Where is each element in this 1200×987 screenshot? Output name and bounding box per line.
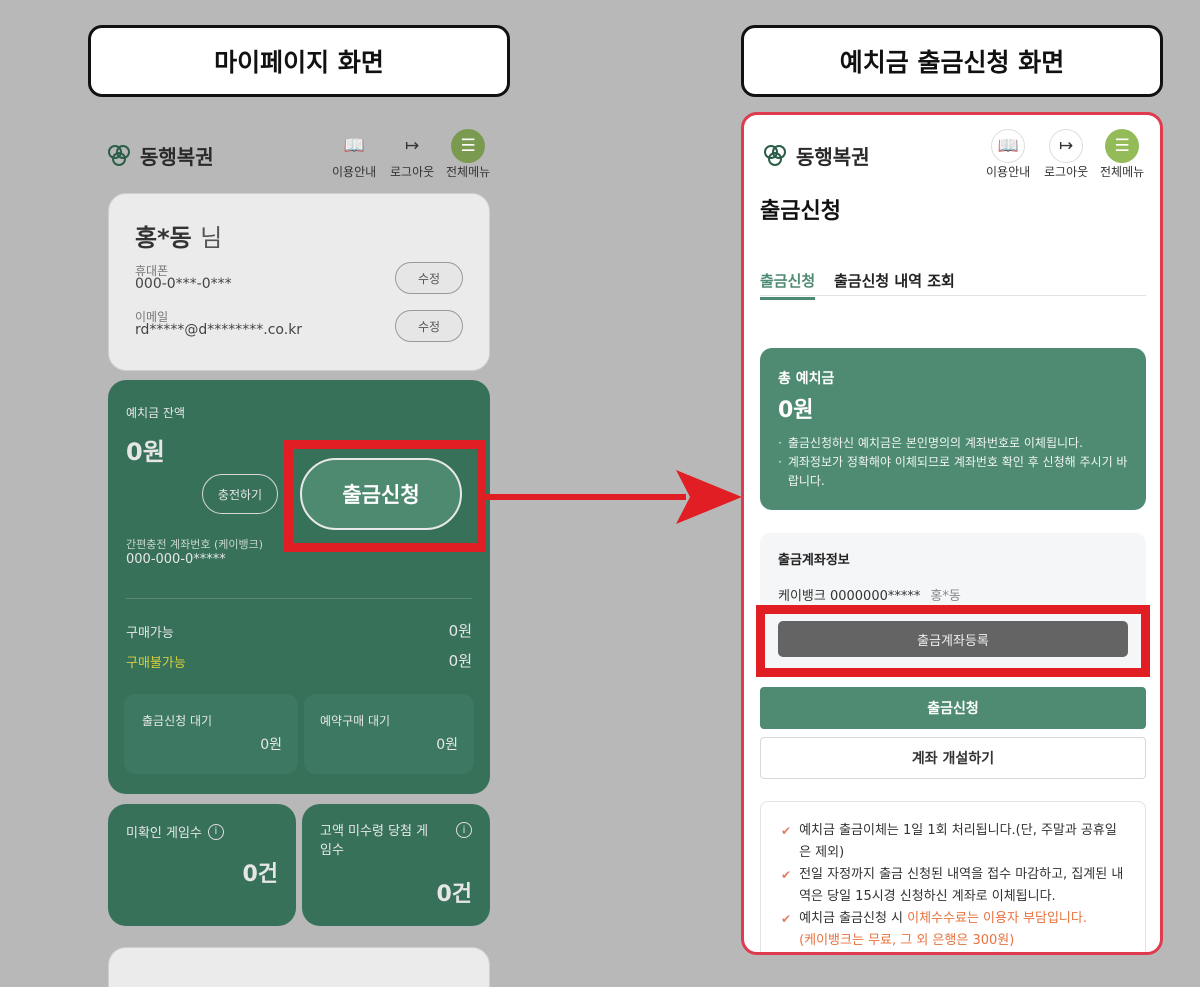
total-deposit-label: 총 예치금 xyxy=(778,371,835,387)
reserve-wait-value: 0원 xyxy=(436,737,458,753)
clover-icon xyxy=(108,144,130,166)
balance-label: 예치금 잔액 xyxy=(126,406,186,420)
phone-value: 000-0***-0*** xyxy=(135,276,232,292)
guide-label: 이용안내 xyxy=(986,165,1031,179)
not-purchasable-label: 구매불가능 xyxy=(126,656,186,671)
menu-icon: ☰ xyxy=(451,129,486,163)
unchecked-games-card[interactable]: 미확인 게임수 i 0건 xyxy=(108,804,296,926)
unclaimed-games-card[interactable]: 고액 미수령 당첨 게임수 i 0건 xyxy=(302,804,490,926)
notice-fee-sub: (케이뱅크는 무료, 그 외 은행은 300원) xyxy=(799,933,1015,948)
caption-withdraw: 예치금 출금신청 화면 xyxy=(741,25,1163,97)
user-name-line: 홍*동 님 xyxy=(135,218,222,253)
unchecked-label: 미확인 게임수 xyxy=(126,826,202,841)
arrow-right-icon xyxy=(676,470,742,524)
guide-button[interactable]: 📖 이용안내 xyxy=(986,129,1030,180)
account-holder: 홍*동 xyxy=(930,589,961,604)
brand-name: 동행복권 xyxy=(796,145,870,169)
book-icon: 📖 xyxy=(343,136,365,156)
divider xyxy=(126,598,472,599)
total-deposit-card: 총 예치금 0원 · 출금신청하신 예치금은 본인명의의 계좌번호로 이체됩니다.… xyxy=(760,348,1146,510)
account-bank-number: 케이뱅크 0000000***** xyxy=(778,589,921,604)
info-icon[interactable]: i xyxy=(456,822,472,838)
deposit-note-text: 계좌정보가 정확해야 이체되므로 계좌번호 확인 후 신청해 주시기 바랍니다. xyxy=(787,455,1128,488)
brand-logo[interactable]: 동행복권 xyxy=(762,141,870,170)
not-purchasable-value: 0원 xyxy=(448,652,472,670)
book-icon: 📖 xyxy=(991,129,1026,163)
notice-fee-prefix: 예치금 출금신청 시 xyxy=(799,911,908,926)
notice-item: ✔ 전일 자정까지 출금 신청된 내역을 접수 마감하고, 집계된 내역은 당일 … xyxy=(781,864,1125,908)
withdraw-submit-button[interactable]: 출금신청 xyxy=(760,687,1146,729)
notice-text: 전일 자정까지 출금 신청된 내역을 접수 마감하고, 집계된 내역은 당일 1… xyxy=(799,867,1124,904)
logout-icon: ↦ xyxy=(1049,129,1084,163)
unclaimed-label: 고액 미수령 당첨 게임수 xyxy=(320,824,429,858)
withdraw-wait-value: 0원 xyxy=(260,737,282,753)
page-title: 출금신청 xyxy=(760,199,841,224)
brand-logo[interactable]: 동행복권 xyxy=(106,141,214,170)
check-icon: ✔ xyxy=(781,912,792,926)
menu-icon: ☰ xyxy=(1105,129,1140,163)
logout-label: 로그아웃 xyxy=(1044,165,1089,179)
honorific: 님 xyxy=(200,224,223,252)
info-icon[interactable]: i xyxy=(207,823,224,840)
edit-phone-button[interactable]: 수정 xyxy=(395,262,463,294)
account-value: 000-000-0***** xyxy=(126,552,226,567)
tab-withdraw-history[interactable]: 출금신청 내역 조회 xyxy=(834,270,955,291)
logout-icon: ↦ xyxy=(404,136,420,156)
logout-label: 로그아웃 xyxy=(390,165,435,179)
unchecked-title: 미확인 게임수 i xyxy=(126,822,224,841)
user-info-card: 홍*동 님 휴대폰 000-0***-0*** 수정 이메일 rd*****@d… xyxy=(108,193,490,371)
withdraw-wait-label: 출금신청 대기 xyxy=(142,714,213,728)
purchasable-value: 0원 xyxy=(448,622,472,640)
caption-withdraw-text: 예치금 출금신청 화면 xyxy=(839,48,1065,77)
total-deposit-value: 0원 xyxy=(778,398,814,423)
notice-text: 예치금 출금신청 시 이체수수료는 이용자 부담입니다. (케이뱅크는 무료, 그… xyxy=(799,908,1087,952)
notice-fee-highlight: 이체수수료는 이용자 부담입니다. xyxy=(907,911,1087,926)
withdraw-screen: 동행복권 📖 이용안내 ↦ 로그아웃 ☰ 전체메뉴 출금신청 출금신청 출금신청… xyxy=(741,112,1163,955)
logout-button[interactable]: ↦ 로그아웃 xyxy=(1044,129,1088,180)
logout-button[interactable]: ↦ 로그아웃 xyxy=(390,129,434,180)
notice-item: ✔ 예치금 출금신청 시 이체수수료는 이용자 부담입니다. (케이뱅크는 무료,… xyxy=(781,908,1125,952)
brand-name: 동행복권 xyxy=(140,145,214,169)
edit-email-button[interactable]: 수정 xyxy=(395,310,463,342)
deposit-note: · 출금신청하신 예치금은 본인명의의 계좌번호로 이체됩니다. xyxy=(778,434,1134,453)
menu-label: 전체메뉴 xyxy=(446,165,491,179)
notice-box: ✔ 예치금 출금이체는 1일 1회 처리됩니다.(단, 주말과 공휴일은 제외) … xyxy=(760,801,1146,952)
purchasable-label: 구매가능 xyxy=(126,626,174,641)
unchecked-value: 0건 xyxy=(242,862,278,887)
account-info-title: 출금계좌정보 xyxy=(778,553,850,568)
deposit-notes: · 출금신청하신 예치금은 본인명의의 계좌번호로 이체됩니다. · 계좌정보가 정… xyxy=(778,434,1134,491)
open-account-button[interactable]: 계좌 개설하기 xyxy=(760,737,1146,779)
caption-mypage-text: 마이페이지 화면 xyxy=(214,48,384,77)
caption-mypage: 마이페이지 화면 xyxy=(88,25,510,97)
balance-value: 0원 xyxy=(126,438,165,466)
user-name: 홍*동 xyxy=(135,224,192,252)
menu-label: 전체메뉴 xyxy=(1100,165,1145,179)
highlight-register-button xyxy=(756,605,1150,677)
unclaimed-value: 0건 xyxy=(436,882,472,907)
check-icon: ✔ xyxy=(781,868,792,882)
notice-item: ✔ 예치금 출금이체는 1일 1회 처리됩니다.(단, 주말과 공휴일은 제외) xyxy=(781,820,1125,864)
reserve-wait-box: 예약구매 대기 0원 xyxy=(304,694,474,774)
deposit-note-text: 출금신청하신 예치금은 본인명의의 계좌번호로 이체됩니다. xyxy=(787,436,1083,450)
tab-underline xyxy=(760,295,1146,296)
menu-button[interactable]: ☰ 전체메뉴 xyxy=(1100,129,1144,180)
menu-button[interactable]: ☰ 전체메뉴 xyxy=(446,129,490,180)
account-line: 케이뱅크 0000000***** 홍*동 xyxy=(778,585,961,604)
deposit-note: · 계좌정보가 정확해야 이체되므로 계좌번호 확인 후 신청해 주시기 바랍니다… xyxy=(778,453,1134,491)
reserve-wait-label: 예약구매 대기 xyxy=(320,714,391,728)
charge-button[interactable]: 충전하기 xyxy=(202,474,278,514)
notice-text: 예치금 출금이체는 1일 1회 처리됩니다.(단, 주말과 공휴일은 제외) xyxy=(799,823,1117,860)
arrow-shaft xyxy=(486,494,686,500)
next-card xyxy=(108,947,490,987)
guide-button[interactable]: 📖 이용안내 xyxy=(332,129,376,180)
guide-label: 이용안내 xyxy=(332,165,377,179)
account-label: 간편충전 계좌번호 (케이뱅크) xyxy=(126,538,264,551)
highlight-withdraw-button xyxy=(284,440,486,552)
email-value: rd*****@d********.co.kr xyxy=(135,322,303,338)
check-icon: ✔ xyxy=(781,824,792,838)
clover-icon xyxy=(764,144,786,166)
withdraw-wait-box: 출금신청 대기 0원 xyxy=(124,694,298,774)
